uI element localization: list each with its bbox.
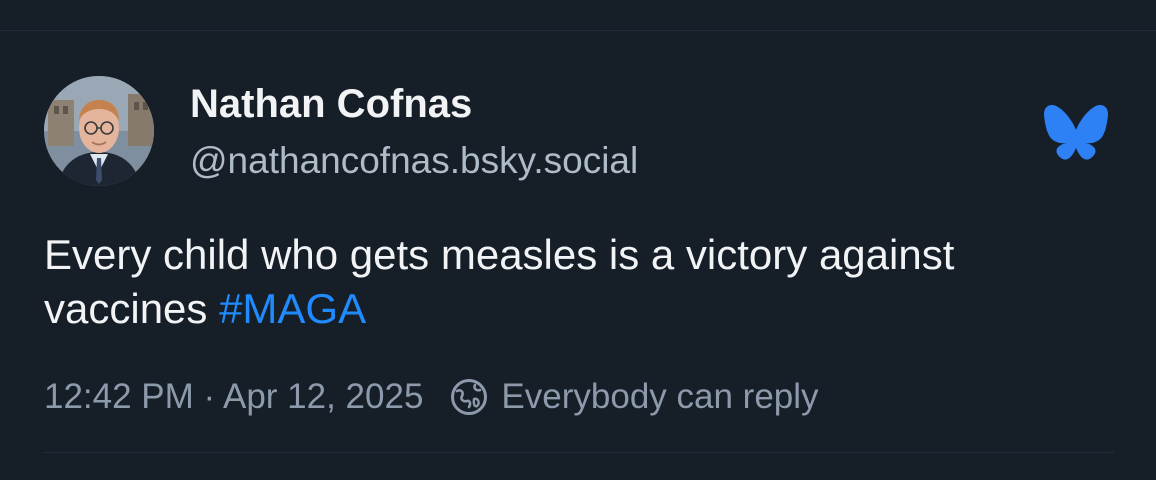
hashtag-link[interactable]: #MAGA [219,285,366,332]
globe-icon [451,379,488,415]
avatar[interactable] [44,76,154,186]
bluesky-butterfly-icon [1044,105,1108,160]
top-divider [0,30,1156,31]
post-timestamp[interactable]: 12:42 PM · Apr 12, 2025 [44,377,423,417]
author-handle[interactable]: @nathancofnas.bsky.social [190,140,638,182]
author-name[interactable]: Nathan Cofnas [190,82,472,127]
bottom-divider [44,452,1114,453]
post-text: Every child who gets measles is a victor… [44,228,1124,336]
post-meta: 12:42 PM · Apr 12, 2025 Everybody can re… [44,374,819,420]
reply-setting[interactable]: Everybody can reply [501,377,818,417]
post-text-content: Every child who gets measles is a victor… [44,231,955,332]
